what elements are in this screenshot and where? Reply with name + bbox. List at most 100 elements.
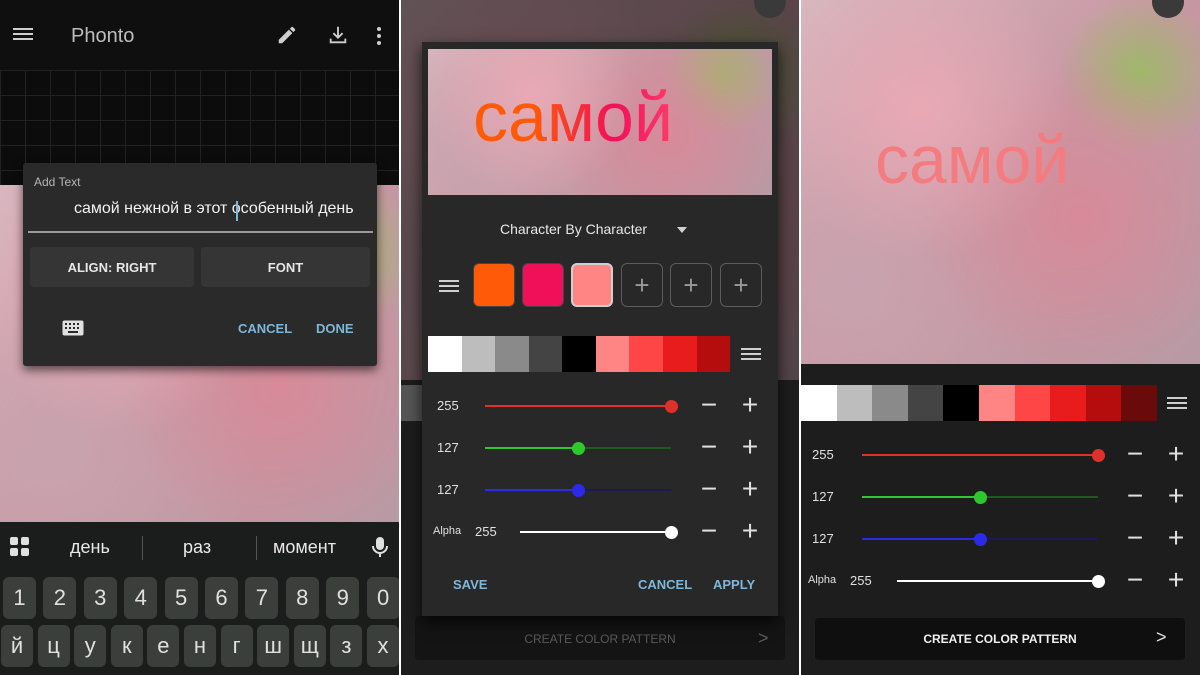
key-letter[interactable]: з: [330, 625, 363, 667]
palette-swatch[interactable]: [562, 336, 596, 372]
text-input[interactable]: самой нежной в этот особенный день: [74, 200, 354, 218]
mode-select[interactable]: Character By Character: [500, 221, 647, 237]
plus-icon[interactable]: +: [1164, 440, 1188, 468]
add-color-icon[interactable]: +: [621, 263, 663, 307]
cancel-button[interactable]: CANCEL: [238, 321, 292, 336]
minus-icon[interactable]: −: [697, 475, 721, 503]
edit-icon[interactable]: [276, 24, 298, 46]
minus-icon[interactable]: −: [697, 517, 721, 545]
done-button[interactable]: DONE: [316, 321, 354, 336]
chevron-right-icon[interactable]: >: [1156, 627, 1167, 648]
create-pattern-label: CREATE COLOR PATTERN: [923, 632, 1077, 646]
color-slot[interactable]: [571, 263, 613, 307]
palette-swatch[interactable]: [872, 385, 908, 421]
slider-knob[interactable]: [974, 533, 987, 546]
palette-swatch[interactable]: [978, 385, 1015, 421]
key-letter[interactable]: н: [184, 625, 216, 667]
input-underline: [28, 231, 373, 233]
add-color-icon[interactable]: +: [670, 263, 712, 307]
minus-icon[interactable]: −: [697, 391, 721, 419]
styled-text[interactable]: самой: [875, 120, 1069, 200]
slider-knob[interactable]: [665, 400, 678, 413]
palette-swatch[interactable]: [528, 336, 563, 372]
minus-icon[interactable]: −: [697, 433, 721, 461]
color-slot[interactable]: [522, 263, 564, 307]
palette-swatch[interactable]: [495, 336, 529, 372]
palette-swatch[interactable]: [662, 336, 697, 372]
key-7[interactable]: 7: [245, 577, 279, 619]
key-letter[interactable]: у: [74, 625, 107, 667]
key-letter[interactable]: х: [367, 625, 399, 667]
plus-icon[interactable]: +: [1164, 524, 1188, 552]
plus-icon[interactable]: +: [1164, 482, 1188, 510]
microphone-icon[interactable]: [372, 536, 388, 558]
key-4[interactable]: 4: [124, 577, 158, 619]
minus-icon[interactable]: −: [1123, 440, 1147, 468]
palette-swatch[interactable]: [1014, 385, 1051, 421]
palette-swatch[interactable]: [428, 336, 462, 372]
keyboard-icon[interactable]: [62, 320, 84, 336]
key-5[interactable]: 5: [164, 577, 198, 619]
palette-menu-icon[interactable]: [741, 345, 761, 363]
palette-swatch[interactable]: [943, 385, 979, 421]
palette-swatch[interactable]: [907, 385, 944, 421]
palette-swatch[interactable]: [629, 336, 663, 372]
reorder-icon[interactable]: [439, 277, 459, 295]
key-8[interactable]: 8: [285, 577, 319, 619]
key-1[interactable]: 1: [3, 577, 36, 619]
key-6[interactable]: 6: [205, 577, 238, 619]
key-3[interactable]: 3: [83, 577, 117, 619]
palette-swatch[interactable]: [1121, 385, 1157, 421]
palette-swatch[interactable]: [801, 385, 837, 421]
apps-grid-icon[interactable]: [9, 536, 31, 558]
cancel-button[interactable]: CANCEL: [638, 577, 692, 592]
plus-icon[interactable]: +: [738, 475, 762, 503]
palette-swatch[interactable]: [836, 385, 873, 421]
slider-knob[interactable]: [665, 526, 678, 539]
download-icon[interactable]: [327, 24, 349, 46]
dropdown-arrow-icon[interactable]: [677, 227, 687, 233]
menu-icon[interactable]: [13, 25, 33, 43]
slider-knob[interactable]: [1092, 449, 1105, 462]
palette-swatch[interactable]: [696, 336, 731, 372]
key-letter[interactable]: й: [1, 625, 33, 667]
key-letter[interactable]: ш: [257, 625, 290, 667]
dialog-label: Add Text: [34, 175, 81, 189]
channel-value: 255: [437, 398, 459, 413]
suggestion[interactable]: раз: [183, 537, 211, 558]
key-letter[interactable]: к: [110, 625, 143, 667]
palette-swatch[interactable]: [1085, 385, 1122, 421]
plus-icon[interactable]: +: [738, 517, 762, 545]
key-2[interactable]: 2: [43, 577, 77, 619]
key-9[interactable]: 9: [326, 577, 360, 619]
slider-knob[interactable]: [572, 442, 585, 455]
add-color-icon[interactable]: +: [720, 263, 762, 307]
more-options-icon[interactable]: [376, 26, 382, 46]
save-button[interactable]: SAVE: [453, 577, 487, 592]
palette-swatch[interactable]: [595, 336, 630, 372]
palette-swatch[interactable]: [1050, 385, 1086, 421]
minus-icon[interactable]: −: [1123, 566, 1147, 594]
key-letter[interactable]: ц: [37, 625, 70, 667]
slider-knob[interactable]: [572, 484, 585, 497]
minus-icon[interactable]: −: [1123, 482, 1147, 510]
font-button[interactable]: FONT: [201, 247, 370, 287]
key-letter[interactable]: г: [220, 625, 253, 667]
minus-icon[interactable]: −: [1123, 524, 1147, 552]
key-0[interactable]: 0: [366, 577, 400, 619]
plus-icon[interactable]: +: [738, 433, 762, 461]
key-letter[interactable]: щ: [293, 625, 326, 667]
suggestion[interactable]: день: [70, 537, 110, 558]
text-preview: самой: [428, 49, 772, 195]
color-slot[interactable]: [473, 263, 515, 307]
palette-menu-icon[interactable]: [1167, 394, 1187, 412]
suggestion[interactable]: момент: [273, 537, 336, 558]
align-button[interactable]: ALIGN: RIGHT: [30, 247, 194, 287]
key-letter[interactable]: е: [147, 625, 180, 667]
plus-icon[interactable]: +: [738, 391, 762, 419]
slider-knob[interactable]: [1092, 575, 1105, 588]
palette-swatch[interactable]: [461, 336, 496, 372]
slider-knob[interactable]: [974, 491, 987, 504]
plus-icon[interactable]: +: [1164, 566, 1188, 594]
apply-button[interactable]: APPLY: [713, 577, 755, 592]
